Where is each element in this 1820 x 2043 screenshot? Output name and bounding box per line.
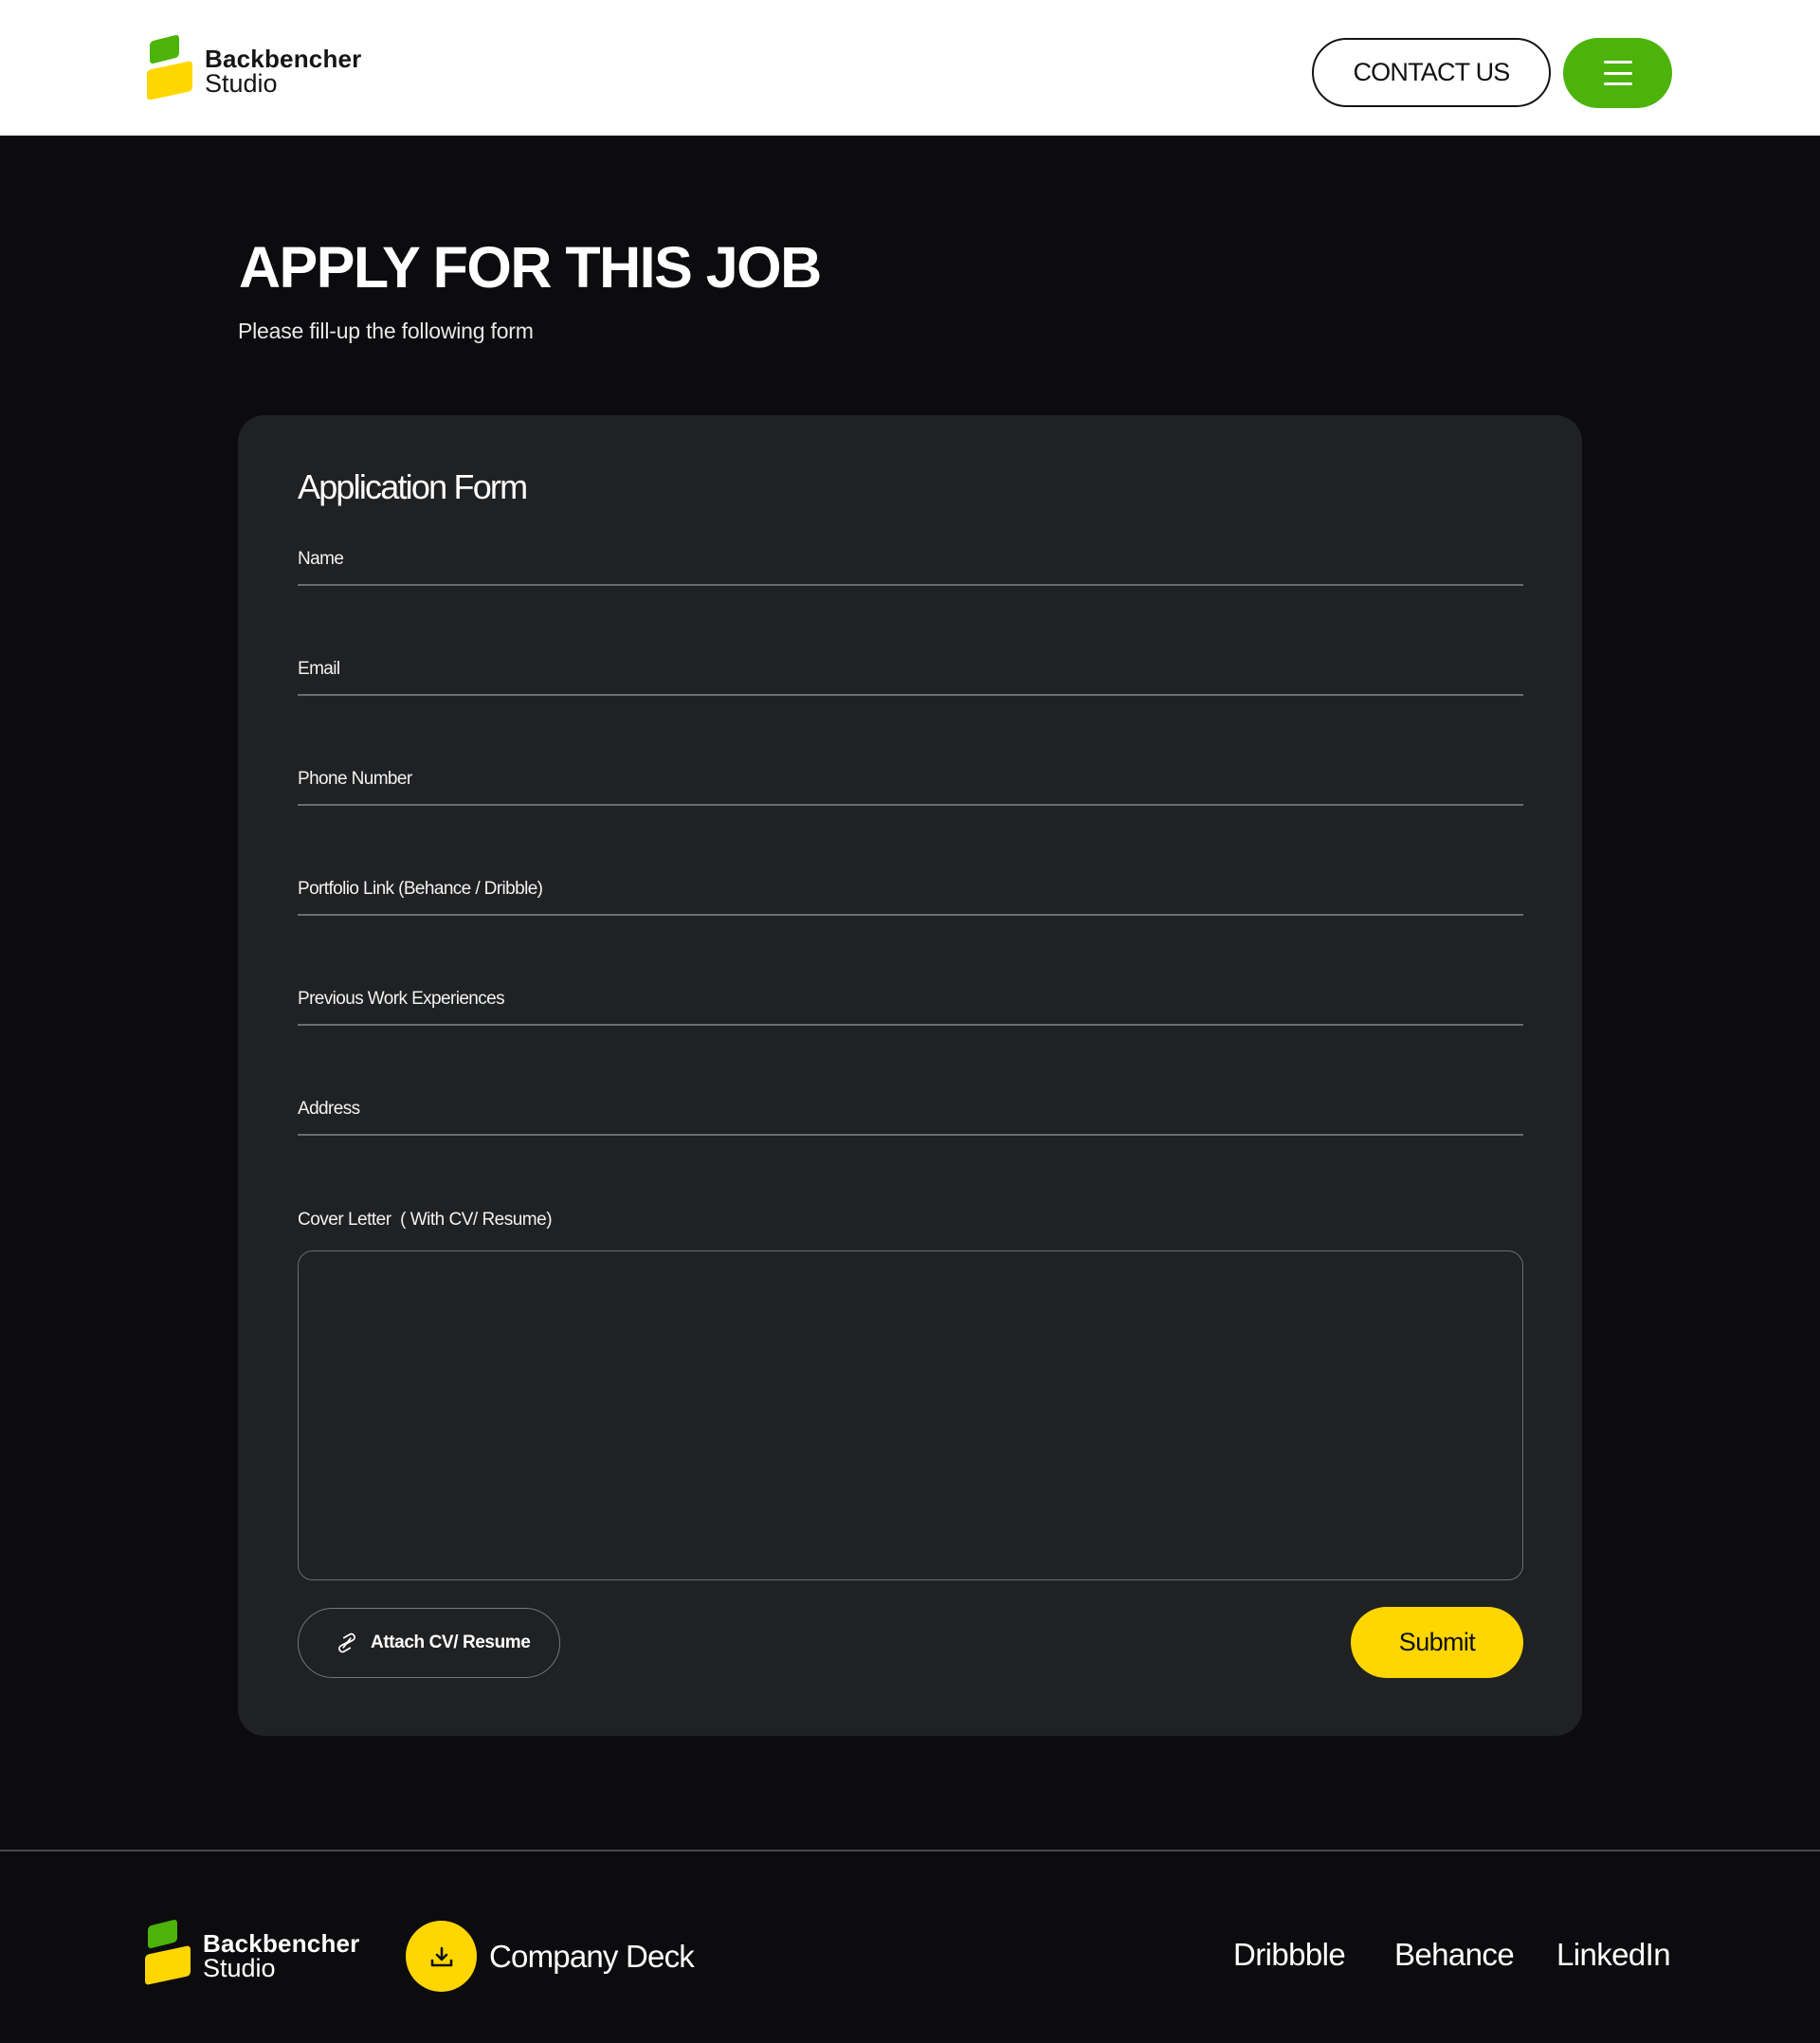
download-icon xyxy=(406,1921,477,1992)
footer-brand-logo[interactable]: Backbencher Studio xyxy=(145,1919,360,1989)
attach-cv-label: Attach CV/ Resume xyxy=(371,1633,531,1652)
name-field: Name xyxy=(298,549,1523,596)
name-input[interactable] xyxy=(298,549,1523,585)
email-field: Email xyxy=(298,659,1523,706)
footer-logo-text-line1: Backbencher xyxy=(203,1928,360,1958)
logo-text-line2: Studio xyxy=(205,68,278,98)
footer-logo-text-line2: Studio xyxy=(203,1953,276,1982)
cover-letter-label: Cover Letter ( With CV/ Resume) xyxy=(298,1210,553,1230)
company-deck-label: Company Deck xyxy=(489,1938,695,1974)
footer-link-dribbble[interactable]: Dribbble xyxy=(1233,1937,1346,1973)
submit-button[interactable]: Submit xyxy=(1351,1607,1523,1678)
brand-logo[interactable]: Backbencher Studio xyxy=(147,34,362,104)
menu-button[interactable] xyxy=(1563,38,1672,108)
logo-mark-icon xyxy=(147,34,196,104)
footer-link-linkedin[interactable]: LinkedIn xyxy=(1556,1937,1671,1973)
portfolio-input[interactable] xyxy=(298,879,1523,915)
phone-input[interactable] xyxy=(298,769,1523,805)
email-field-underline xyxy=(298,694,1523,696)
portfolio-field: Portfolio Link (Behance / Dribble) xyxy=(298,879,1523,926)
attach-cv-button[interactable]: Attach CV/ Resume xyxy=(298,1608,560,1678)
page-subtitle: Please fill-up the following form xyxy=(238,319,534,343)
email-input[interactable] xyxy=(298,659,1523,695)
portfolio-field-underline xyxy=(298,914,1523,916)
footer-logo-mark-icon xyxy=(145,1919,194,1989)
contact-us-button[interactable]: CONTACT US xyxy=(1312,38,1551,107)
cover-letter-textarea[interactable] xyxy=(298,1250,1523,1580)
phone-field-underline xyxy=(298,804,1523,806)
site-header: Backbencher Studio CONTACT US xyxy=(0,0,1820,136)
hamburger-menu-icon xyxy=(1603,61,1632,85)
experience-input[interactable] xyxy=(298,989,1523,1025)
company-deck-link[interactable]: Company Deck xyxy=(406,1921,695,1992)
experience-field: Previous Work Experiences xyxy=(298,989,1523,1036)
address-field-underline xyxy=(298,1134,1523,1136)
experience-field-underline xyxy=(298,1024,1523,1026)
form-title: Application Form xyxy=(298,467,528,506)
name-field-underline xyxy=(298,584,1523,586)
address-field: Address xyxy=(298,1099,1523,1146)
address-input[interactable] xyxy=(298,1099,1523,1135)
logo-text-line1: Backbencher xyxy=(205,44,362,73)
page-title: APPLY FOR THIS JOB xyxy=(239,235,822,300)
footer-link-behance[interactable]: Behance xyxy=(1394,1937,1515,1973)
paperclip-icon xyxy=(338,1633,355,1653)
footer-divider xyxy=(0,1850,1820,1851)
application-form: Application Form Name Email Phone Number… xyxy=(238,415,1582,1736)
phone-field: Phone Number xyxy=(298,769,1523,816)
